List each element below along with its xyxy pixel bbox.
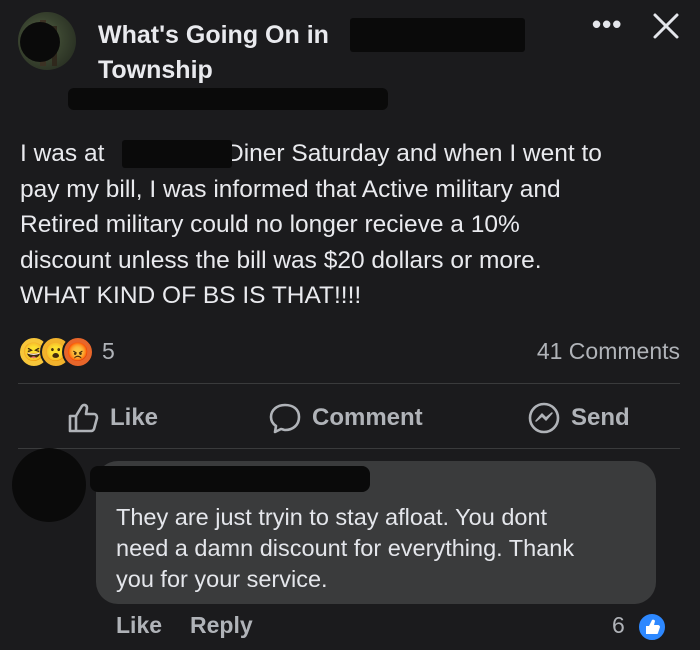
- commenter-avatar[interactable]: [12, 448, 86, 522]
- comment-line-1: They are just tryin to stay afloat. You …: [116, 504, 548, 530]
- comment-like-button[interactable]: Like: [116, 612, 162, 639]
- post-line-1: I was at Diner Saturday and when I went …: [20, 140, 602, 167]
- send-label: Send: [571, 404, 630, 431]
- diner-name-redaction-box: [122, 140, 232, 168]
- comment-line-3: you for your service.: [116, 566, 328, 592]
- comment-reply-button[interactable]: Reply: [190, 612, 253, 639]
- like-button[interactable]: Like: [66, 400, 158, 436]
- post-line-4: discount unless the bill was $20 dollars…: [20, 246, 542, 274]
- comment-button[interactable]: Comment: [268, 400, 423, 436]
- timestamp-redaction: [68, 88, 388, 110]
- like-badge-icon: [637, 612, 667, 642]
- commenter-name-redaction: [90, 466, 370, 492]
- comment-like-count: 6: [612, 612, 625, 638]
- reaction-count: 5: [102, 338, 115, 364]
- post-text: I was at Diner Saturday and when I went …: [20, 136, 685, 314]
- divider-bottom: [18, 448, 680, 449]
- post-line-2: pay my bill, I was informed that Active …: [20, 175, 561, 203]
- comment-bubble-icon: [269, 403, 301, 434]
- angry-face-icon: 😡: [62, 336, 94, 368]
- avatar-redaction: [20, 22, 60, 62]
- comment-text: They are just tryin to stay afloat. You …: [116, 502, 646, 595]
- like-label: Like: [110, 404, 159, 431]
- send-button[interactable]: Send: [527, 400, 630, 436]
- more-options-icon[interactable]: •••: [592, 11, 626, 38]
- group-name-redaction: [350, 18, 525, 52]
- post-line-3: Retired military could no longer recieve…: [20, 211, 520, 238]
- thumbs-up-icon: [68, 403, 99, 433]
- messenger-icon: [528, 402, 560, 434]
- comments-count[interactable]: 41 Comments: [537, 338, 680, 365]
- comment-line-2: need a damn discount for everything. Tha…: [116, 535, 575, 561]
- divider-top: [18, 383, 680, 384]
- close-icon[interactable]: [650, 10, 682, 42]
- comment-label: Comment: [312, 404, 423, 431]
- post-line-5: WHAT KIND OF BS IS THAT!!!!: [20, 282, 362, 309]
